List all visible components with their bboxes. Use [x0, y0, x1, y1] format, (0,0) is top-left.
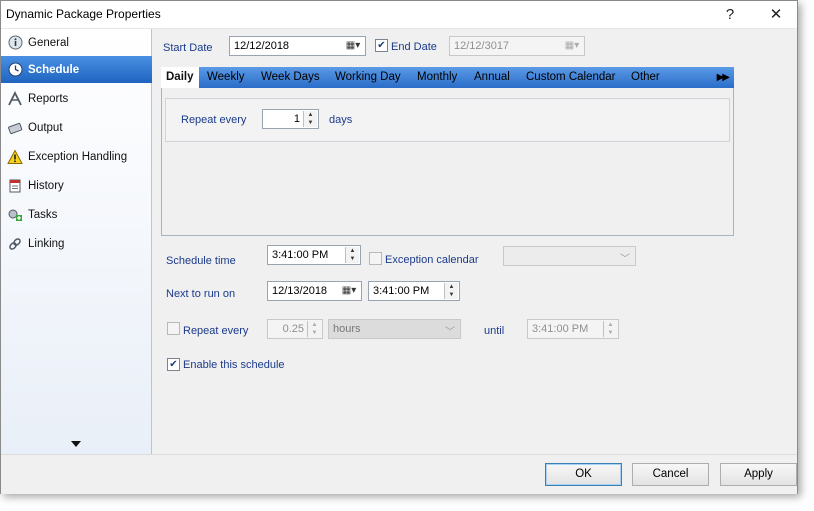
start-date-value: 12/12/2018: [234, 40, 290, 52]
sidebar-item-output[interactable]: Output: [1, 114, 152, 141]
sidebar-item-label: Schedule: [28, 63, 80, 76]
sidebar-item-label: Exception Handling: [28, 150, 128, 163]
sidebar-item-schedule[interactable]: Schedule: [1, 56, 152, 83]
tab-monthly[interactable]: Monthly: [417, 67, 457, 88]
warning-icon: [7, 148, 23, 165]
repeat-unit-value: hours: [333, 323, 361, 335]
chevron-down-icon: ﹀: [445, 327, 455, 338]
reports-icon: [7, 90, 23, 107]
tab-other[interactable]: Other: [631, 67, 660, 88]
sidebar-item-reports[interactable]: Reports: [1, 85, 152, 112]
chevron-down-icon: ﹀: [620, 254, 630, 265]
properties-window: Dynamic Package Properties ? ✕ General S…: [0, 0, 798, 494]
until-label: until: [484, 325, 505, 337]
tab-daily[interactable]: Daily: [161, 67, 199, 88]
sidebar-item-label: Output: [28, 121, 63, 134]
next-run-date-picker[interactable]: 12/13/2018 ▦▾: [267, 281, 362, 301]
next-run-time-value: 3:41:00 PM: [373, 285, 430, 297]
tasks-icon: [7, 207, 23, 223]
daily-options-group: Repeat every 1 ▲ ▼ days: [165, 98, 730, 142]
linking-icon: [7, 236, 23, 252]
spin-down-icon[interactable]: ▼: [346, 255, 359, 263]
daily-repeat-every-stepper[interactable]: 1 ▲ ▼: [262, 109, 319, 129]
daily-repeat-every-label: Repeat every: [181, 114, 247, 126]
stepper-buttons[interactable]: ▲ ▼: [345, 247, 359, 263]
spin-down-icon[interactable]: ▼: [304, 119, 317, 127]
next-run-time-input[interactable]: 3:41:00 PM ▲ ▼: [368, 281, 460, 301]
next-run-date-value: 12/13/2018: [272, 285, 328, 297]
tab-week-days[interactable]: Week Days: [261, 67, 320, 88]
stepper-buttons[interactable]: ▲ ▼: [303, 111, 317, 127]
calendar-dropdown-icon[interactable]: ▦▾: [561, 38, 583, 54]
spin-down-icon[interactable]: ▼: [604, 329, 617, 337]
sidebar-item-tasks[interactable]: Tasks: [1, 201, 152, 228]
sidebar-item-label: Linking: [28, 237, 65, 250]
next-run-label: Next to run on: [166, 288, 236, 300]
stepper-buttons[interactable]: ▲ ▼: [444, 283, 458, 299]
schedule-time-label: Schedule time: [166, 255, 236, 267]
exception-calendar-checkbox[interactable]: [369, 252, 382, 265]
close-button[interactable]: ✕: [763, 4, 789, 26]
tab-scroll-right-icon[interactable]: ▶▶: [717, 67, 730, 88]
spin-down-icon[interactable]: ▼: [445, 291, 458, 299]
repeat-unit-select[interactable]: hours ﹀: [328, 319, 461, 339]
end-date-value: 12/12/3017: [454, 40, 510, 52]
daily-repeat-unit-label: days: [329, 114, 353, 126]
info-icon: [7, 35, 23, 51]
until-time-input[interactable]: 3:41:00 PM ▲ ▼: [527, 319, 619, 339]
stepper-buttons[interactable]: ▲ ▼: [603, 321, 617, 337]
recurrence-tab-bar: Daily Weekly Week Days Working Day Month…: [161, 67, 734, 88]
repeat-interval-stepper[interactable]: 0.25 ▲ ▼: [267, 319, 323, 339]
enable-schedule-checkbox[interactable]: ✔: [167, 358, 180, 371]
sidebar-item-label: Reports: [28, 92, 69, 105]
schedule-time-input[interactable]: 3:41:00 PM ▲ ▼: [267, 245, 361, 265]
sidebar-item-label: General: [28, 36, 69, 49]
title-bar: Dynamic Package Properties ? ✕: [1, 1, 797, 29]
clock-icon: [7, 62, 23, 78]
cancel-button[interactable]: Cancel: [632, 463, 709, 486]
exception-calendar-label: Exception calendar: [385, 254, 479, 266]
sidebar-scroll-down-icon[interactable]: [71, 441, 81, 447]
sidebar-item-general[interactable]: General: [1, 29, 152, 56]
start-date-picker[interactable]: 12/12/2018 ▦▾: [229, 36, 366, 56]
sidebar-item-label: Tasks: [28, 208, 58, 221]
sidebar-item-label: History: [28, 179, 64, 192]
sidebar-item-exception-handling[interactable]: Exception Handling: [1, 143, 152, 170]
repeat-every-label: Repeat every: [183, 325, 249, 337]
tab-annual[interactable]: Annual: [474, 67, 510, 88]
help-button[interactable]: ?: [717, 4, 743, 26]
tab-weekly[interactable]: Weekly: [207, 67, 245, 88]
sidebar-item-linking[interactable]: Linking: [1, 230, 152, 257]
calendar-dropdown-icon[interactable]: ▦▾: [338, 283, 360, 299]
until-time-value: 3:41:00 PM: [532, 323, 589, 335]
repeat-every-checkbox[interactable]: [167, 322, 180, 335]
calendar-dropdown-icon[interactable]: ▦▾: [342, 38, 364, 54]
repeat-interval-value: 0.25: [282, 323, 304, 335]
schedule-time-value: 3:41:00 PM: [272, 249, 329, 261]
daily-tab-panel: Repeat every 1 ▲ ▼ days: [161, 88, 734, 236]
sidebar-item-history[interactable]: History: [1, 172, 152, 199]
tab-custom-calendar[interactable]: Custom Calendar: [526, 67, 615, 88]
history-icon: [7, 178, 23, 194]
stepper-buttons[interactable]: ▲ ▼: [307, 321, 321, 337]
dialog-footer: OK Cancel Apply: [1, 454, 797, 494]
ok-button[interactable]: OK: [545, 463, 622, 486]
enable-schedule-label: Enable this schedule: [183, 359, 285, 371]
end-date-picker[interactable]: 12/12/3017 ▦▾: [449, 36, 585, 56]
spin-down-icon[interactable]: ▼: [308, 329, 321, 337]
exception-calendar-select[interactable]: ﹀: [503, 246, 636, 266]
end-date-label: End Date: [391, 41, 437, 53]
apply-button[interactable]: Apply: [720, 463, 797, 486]
end-date-checkbox[interactable]: ✔: [375, 39, 388, 52]
daily-repeat-every-value: 1: [293, 113, 300, 125]
start-date-label: Start Date: [163, 42, 213, 54]
tab-working-day[interactable]: Working Day: [335, 67, 401, 88]
output-icon: [7, 120, 23, 136]
window-title: Dynamic Package Properties: [6, 7, 161, 21]
sidebar: General Schedule Reports Output Exceptio…: [1, 29, 152, 454]
schedule-panel: Start Date 12/12/2018 ▦▾ ✔ End Date 12/1…: [153, 29, 797, 454]
